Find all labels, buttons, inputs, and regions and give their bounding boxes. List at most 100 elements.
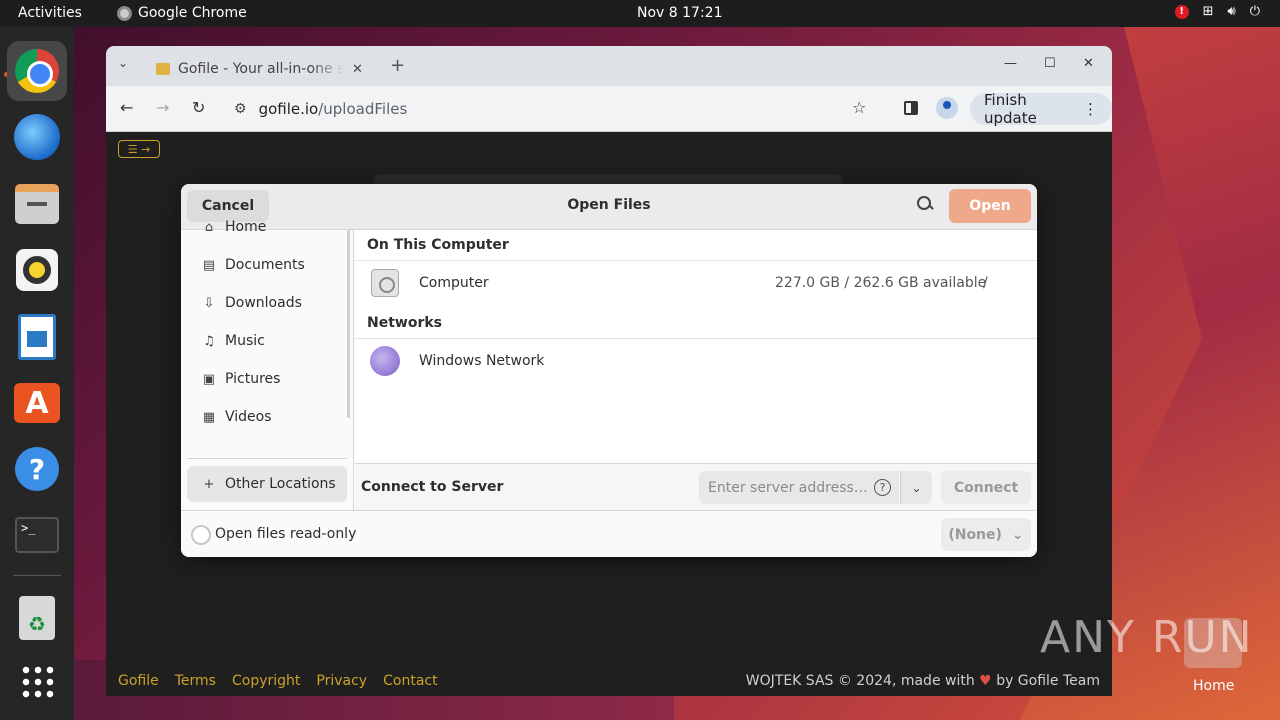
files-icon	[15, 184, 59, 224]
sidebar-scrollbar[interactable]	[347, 230, 350, 418]
drive-icon	[371, 269, 399, 297]
dock-help[interactable]: ?	[7, 439, 67, 499]
dock-rhythmbox[interactable]	[7, 240, 67, 300]
section-heading-networks: Networks	[367, 315, 443, 331]
thunderbird-icon	[14, 114, 60, 160]
tab-gofile[interactable]: Gofile - Your all-in-one storage solutio…	[146, 52, 378, 86]
dialog-footer: Open files read-only (None) ⌄	[181, 510, 1037, 557]
file-filter-dropdown[interactable]: (None) ⌄	[941, 518, 1031, 551]
system-tray[interactable]: ! ⊞ 🔊︎ ⏻	[1174, 4, 1260, 19]
help-icon: ?	[15, 447, 59, 491]
network-icon[interactable]: ⊞	[1203, 4, 1214, 19]
dock: A ? >_ ♻	[0, 27, 74, 720]
browser-toolbar: ← → ↻ ⚙ gofile.io/uploadFiles ☆ Finish u…	[106, 86, 1112, 132]
sidebar-item-home[interactable]: ⌂ Home	[187, 209, 347, 245]
menu-toggle-icon[interactable]: ☰ →	[118, 140, 160, 158]
footer-credit-prefix: WOJTEK SAS © 2024, made with	[745, 673, 975, 689]
music-icon: ♫	[203, 333, 215, 349]
app-center-icon: A	[14, 383, 60, 423]
alert-icon[interactable]: !	[1174, 4, 1189, 19]
app-name: Google Chrome	[138, 5, 247, 21]
connect-to-server-bar: Connect to Server ? ⌄ Connect	[355, 463, 1037, 510]
plus-icon: +	[203, 476, 215, 492]
chrome-icon	[15, 49, 59, 93]
sidebar-item-pictures[interactable]: ▣ Pictures	[187, 361, 347, 397]
minimize-icon[interactable]: —	[1004, 56, 1017, 71]
site-info-icon[interactable]: ⚙	[234, 101, 247, 117]
power-icon[interactable]: ⏻	[1250, 4, 1260, 19]
footer-link[interactable]: Copyright	[232, 673, 300, 689]
sidebar-item-videos[interactable]: ▦ Videos	[187, 399, 347, 435]
sidebar-item-label: Documents	[225, 257, 305, 273]
chevron-down-icon: ⌄	[1011, 526, 1024, 543]
sidebar-item-label: Music	[225, 333, 265, 349]
app-grid-icon	[20, 664, 54, 698]
dock-show-apps[interactable]	[7, 651, 67, 711]
connect-button[interactable]: Connect	[941, 471, 1031, 504]
dock-chrome[interactable]	[7, 41, 67, 101]
forward-icon[interactable]: →	[156, 98, 169, 117]
url-path: /uploadFiles	[318, 100, 408, 118]
read-only-label: Open files read-only	[215, 526, 357, 542]
close-window-icon[interactable]: ✕	[1083, 56, 1094, 71]
dock-thunderbird[interactable]	[7, 107, 67, 167]
location-name: Windows Network	[419, 353, 545, 369]
home-icon: ⌂	[204, 219, 214, 235]
location-space: 227.0 GB / 262.6 GB available	[775, 275, 987, 291]
location-mount-point: /	[983, 275, 988, 291]
dock-writer[interactable]	[7, 307, 67, 367]
sidebar-item-documents[interactable]: ▤ Documents	[187, 247, 347, 283]
address-bar[interactable]: ⚙ gofile.io/uploadFiles	[224, 92, 884, 126]
tab-close-icon[interactable]: ✕	[352, 62, 363, 77]
sidebar-item-music[interactable]: ♫ Music	[187, 323, 347, 359]
footer-link[interactable]: Gofile	[118, 673, 159, 689]
sidebar-item-downloads[interactable]: ⇩ Downloads	[187, 285, 347, 321]
file-filter-value: (None)	[948, 526, 1002, 543]
picture-icon: ▣	[202, 371, 216, 387]
tab-search-chevron-icon[interactable]: ⌄	[118, 56, 128, 70]
server-history-chevron-icon[interactable]: ⌄	[900, 471, 932, 504]
dock-files[interactable]	[7, 174, 67, 234]
footer-link[interactable]: Privacy	[316, 673, 367, 689]
section-heading-computer: On This Computer	[367, 237, 509, 253]
gofile-favicon-icon	[156, 63, 170, 75]
writer-icon	[18, 314, 56, 360]
tab-title: Gofile - Your all-in-one storage solutio…	[178, 61, 344, 77]
activities-button[interactable]: Activities	[18, 5, 82, 21]
profile-avatar[interactable]	[936, 97, 958, 119]
new-tab-icon[interactable]: +	[390, 55, 405, 76]
locations-list: On This Computer Computer 227.0 GB / 262…	[355, 230, 1037, 463]
open-button[interactable]: Open	[949, 189, 1031, 223]
dock-app-center[interactable]: A	[7, 373, 67, 433]
search-icon[interactable]	[917, 196, 933, 212]
dock-terminal[interactable]: >_	[7, 505, 67, 565]
reload-icon[interactable]: ↻	[192, 98, 205, 117]
dock-trash[interactable]: ♻	[7, 588, 67, 648]
bookmark-star-icon[interactable]: ☆	[852, 98, 866, 117]
finish-update-button[interactable]: Finish update ⋮	[970, 91, 1112, 127]
sidebar-item-label: Other Locations	[225, 476, 336, 492]
footer-link[interactable]: Contact	[383, 673, 437, 689]
sidebar-item-label: Pictures	[225, 371, 281, 387]
location-row-computer[interactable]: Computer 227.0 GB / 262.6 GB available /	[355, 261, 1037, 305]
maximize-icon[interactable]: ☐	[1044, 56, 1056, 71]
server-address-input[interactable]	[699, 471, 899, 504]
clock[interactable]: Nov 8 17:21	[637, 5, 722, 21]
sidebar-item-label: Downloads	[225, 295, 302, 311]
volume-icon[interactable]: 🔊︎	[1228, 4, 1236, 19]
document-icon: ▤	[202, 257, 216, 273]
footer-link[interactable]: Terms	[175, 673, 216, 689]
read-only-checkbox[interactable]	[191, 525, 211, 545]
side-panel-icon[interactable]	[904, 101, 918, 115]
places-sidebar: ⌂ Home ▤ Documents ⇩ Downloads ♫ Music ▣…	[181, 219, 354, 510]
help-icon[interactable]: ?	[874, 479, 891, 496]
back-icon[interactable]: ←	[120, 98, 133, 117]
more-menu-icon[interactable]: ⋮	[1083, 100, 1098, 118]
sidebar-item-other-locations[interactable]: + Other Locations	[187, 466, 347, 502]
rhythmbox-icon	[16, 249, 58, 291]
location-row-windows-network[interactable]: Windows Network	[355, 339, 1037, 383]
app-menu[interactable]: Google Chrome	[117, 5, 247, 21]
location-name: Computer	[419, 275, 489, 291]
chrome-icon	[117, 5, 132, 21]
download-icon: ⇩	[203, 295, 215, 311]
